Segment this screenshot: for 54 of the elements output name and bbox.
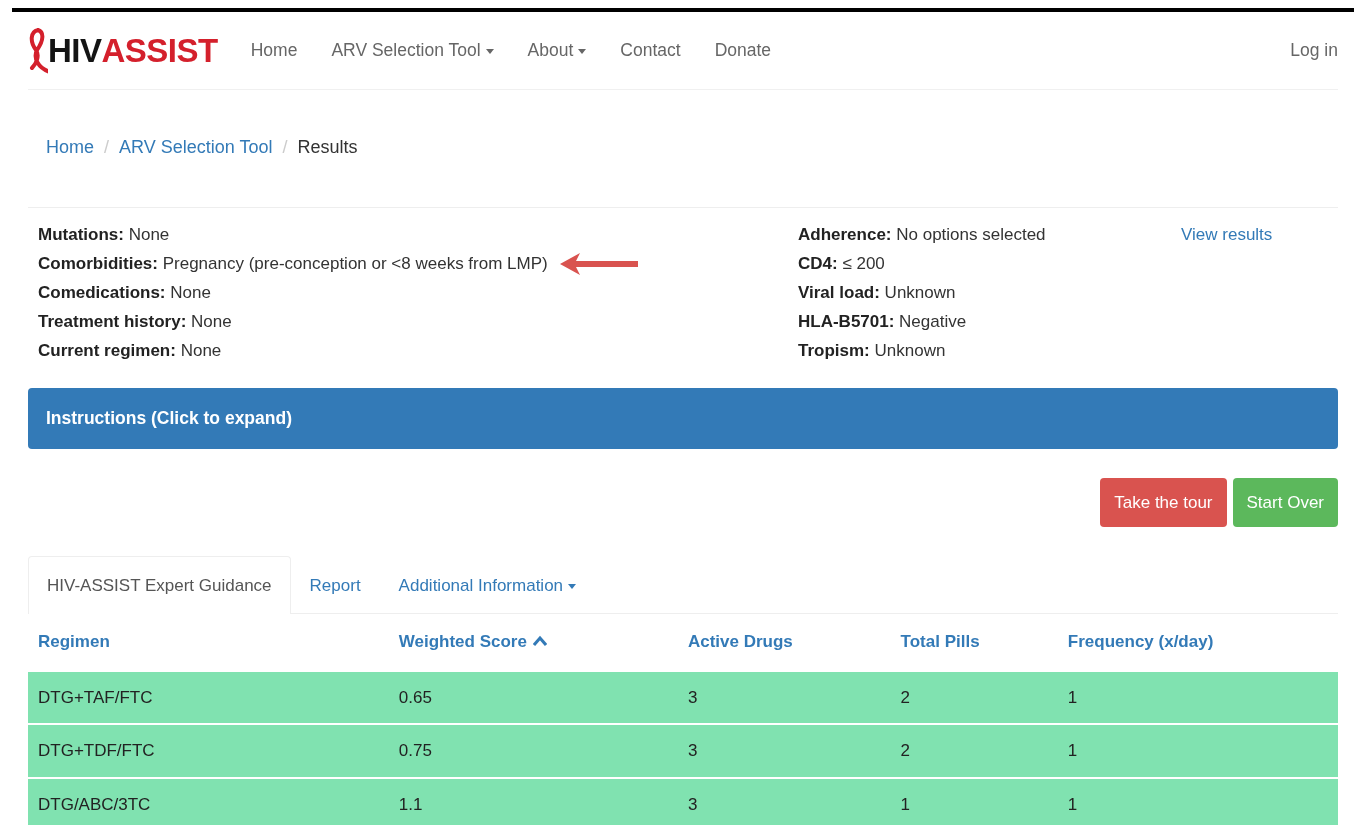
table-cell: 1.1: [388, 777, 678, 825]
table-cell: DTG/ABC/3TC: [28, 777, 389, 825]
table-cell: 0.75: [388, 724, 678, 778]
table-cell: 2: [890, 724, 1058, 778]
summary-line: Tropism: Unknown: [798, 340, 947, 362]
summary-line: Viral load: Unknown: [798, 282, 957, 304]
table-cell: 1: [1057, 670, 1338, 724]
tab[interactable]: HIV-ASSIST Expert Guidance: [28, 556, 291, 614]
arrow-icon: [559, 252, 638, 275]
nav-link[interactable]: Donate: [697, 37, 789, 64]
summary-line: Comedications: None: [38, 282, 211, 304]
nav-link[interactable]: About: [510, 37, 604, 64]
summary-line: Mutations: None: [38, 224, 170, 246]
table-cell: 2: [890, 670, 1058, 724]
breadcrumb-link[interactable]: ARV Selection Tool: [119, 134, 273, 207]
table-cell: DTG+TDF/FTC: [28, 724, 389, 778]
column-header[interactable]: Regimen: [28, 614, 389, 671]
column-header[interactable]: Frequency (x/day): [1057, 614, 1338, 671]
table-cell: 1: [890, 777, 1058, 825]
tour-button[interactable]: Take the tour: [1100, 477, 1227, 528]
column-header[interactable]: Total Pills: [890, 614, 1058, 671]
caret-icon: [568, 584, 577, 589]
nav-link[interactable]: Contact: [603, 37, 698, 64]
summary-line: Comorbidities: Pregnancy (pre-conception or <8 weeks from LMP): [38, 253, 548, 275]
table-cell: 3: [677, 670, 891, 724]
column-header[interactable]: Weighted Score: [388, 614, 678, 671]
tab[interactable]: Additional Information: [379, 556, 596, 613]
summary-line: CD4: ≤ 200: [798, 253, 886, 275]
login-link[interactable]: Log in: [1273, 37, 1338, 64]
table-cell: 1: [1057, 724, 1338, 778]
summary-line: Adherence: No options selected: [798, 224, 1047, 246]
table-cell: 3: [677, 777, 891, 825]
sort-ascending-icon: [532, 635, 547, 647]
summary-line: Treatment history: None: [38, 311, 232, 333]
logo[interactable]: HIVASSIST: [28, 25, 218, 76]
nav-link[interactable]: Home: [233, 37, 315, 64]
breadcrumb-separator: /: [103, 136, 111, 159]
breadcrumb-separator: /: [281, 136, 289, 159]
breadcrumb-current: Results: [297, 136, 358, 159]
tab[interactable]: Report: [290, 556, 380, 613]
caret-icon: [578, 49, 587, 55]
table-cell: DTG+TAF/FTC: [28, 670, 389, 724]
instructions-panel[interactable]: Instructions (Click to expand): [28, 388, 1338, 449]
column-header[interactable]: Active Drugs: [677, 614, 891, 671]
summary-line: Current regimen: None: [38, 340, 222, 362]
view-results-link[interactable]: View results: [1181, 225, 1273, 244]
table-cell: 3: [677, 724, 891, 778]
breadcrumb-link[interactable]: Home: [46, 134, 94, 207]
start-over-button[interactable]: Start Over: [1232, 477, 1338, 528]
table-cell: 0.65: [388, 670, 678, 724]
table-cell: 1: [1057, 777, 1338, 825]
nav-link[interactable]: ARV Selection Tool: [314, 37, 511, 64]
summary-line: HLA-B5701: Negative: [798, 311, 968, 333]
caret-icon: [485, 49, 494, 55]
